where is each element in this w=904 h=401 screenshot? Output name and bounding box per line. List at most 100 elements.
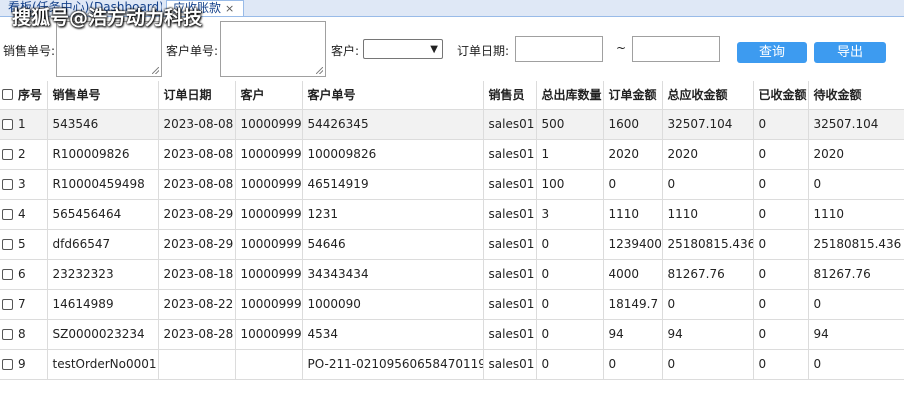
column-header: 待收金额: [808, 81, 904, 110]
table-cell: 0: [753, 199, 809, 230]
table-cell: sales01: [483, 349, 537, 380]
row-checkbox[interactable]: [2, 268, 13, 280]
table-cell: 10000999: [235, 199, 303, 230]
row-number: 7: [18, 297, 26, 312]
row-checkbox[interactable]: [2, 328, 13, 340]
tab-close-icon[interactable]: ×: [225, 2, 234, 15]
table-cell: 2023-08-29: [158, 229, 236, 260]
table-cell: 81267.76: [808, 259, 904, 290]
table-cell: 0: [753, 229, 809, 260]
table-cell: 100009826: [302, 139, 484, 170]
table-row[interactable]: 5 dfd66547 2023-08-29 10000999 54646 sales01 0…: [0, 229, 904, 260]
row-select-cell[interactable]: 7: [0, 289, 48, 320]
table-cell: 0: [662, 169, 754, 200]
customer-no-textarea[interactable]: [220, 21, 326, 77]
table-cell: 0: [603, 349, 663, 380]
table-cell: 0: [536, 289, 604, 320]
table-cell: 10000999: [235, 259, 303, 290]
row-checkbox[interactable]: [2, 358, 13, 370]
table-row[interactable]: 6 23232323 2023-08-18 10000999 34343434 sales…: [0, 259, 904, 290]
table-cell: 32507.104: [662, 109, 754, 140]
column-header: 总应收金额: [662, 81, 754, 110]
table-cell: sales01: [483, 229, 537, 260]
table-cell: 2020: [662, 139, 754, 170]
table-cell: 0: [753, 139, 809, 170]
table-cell: 81267.76: [662, 259, 754, 290]
table-cell: 1231: [302, 199, 484, 230]
row-number: 9: [18, 357, 26, 372]
row-select-cell[interactable]: 3: [0, 169, 48, 200]
table-cell: 2023-08-08: [158, 139, 236, 170]
table-cell: 0: [753, 319, 809, 350]
table-row[interactable]: 4 565456464 2023-08-29 10000999 1231 sales01 3…: [0, 199, 904, 230]
table-cell: 14614989: [47, 289, 159, 320]
table-cell: 500: [536, 109, 604, 140]
table-row[interactable]: 2 R100009826 2023-08-08 10000999 100009826 sa…: [0, 139, 904, 170]
date-to-input[interactable]: [632, 36, 720, 62]
table-cell: 54646: [302, 229, 484, 260]
customer-label: 客户:: [331, 44, 360, 58]
table-cell: 10000999: [235, 229, 303, 260]
row-select-cell[interactable]: 9: [0, 349, 48, 380]
table-cell: R100009826: [47, 139, 159, 170]
row-select-cell[interactable]: 1: [0, 109, 48, 140]
query-button[interactable]: 查询: [737, 42, 807, 63]
row-checkbox[interactable]: [2, 148, 13, 160]
table-cell: 0: [808, 289, 904, 320]
table-cell: 94: [603, 319, 663, 350]
row-checkbox[interactable]: [2, 238, 13, 250]
table-cell: 2020: [808, 139, 904, 170]
table-cell: sales01: [483, 109, 537, 140]
row-checkbox[interactable]: [2, 298, 13, 310]
table-cell: sales01: [483, 319, 537, 350]
row-checkbox[interactable]: [2, 178, 13, 190]
table-row[interactable]: 1 543546 2023-08-08 10000999 54426345 sales01…: [0, 109, 904, 140]
row-select-cell[interactable]: 5: [0, 229, 48, 260]
table-row[interactable]: 7 14614989 2023-08-22 10000999 1000090 sales0…: [0, 289, 904, 320]
row-checkbox[interactable]: [2, 118, 13, 130]
table-cell: 100: [536, 169, 604, 200]
table-cell: 0: [536, 259, 604, 290]
row-number: 1: [18, 117, 26, 132]
table-header-row: 序号 销售单号 订单日期 客户 客户单号 销售员 总出库数量 订单金额 总应收金额 已收金额 待收金…: [0, 81, 904, 110]
table-cell: 1110: [662, 199, 754, 230]
table-cell: 94: [662, 319, 754, 350]
table-cell: [158, 349, 236, 380]
table-cell: 2020: [603, 139, 663, 170]
table-cell: 0: [753, 289, 809, 320]
table-cell: 0: [753, 349, 809, 380]
table-row[interactable]: 3 R10000459498 2023-08-08 10000999 46514919 s…: [0, 169, 904, 200]
table-cell: 10000999: [235, 289, 303, 320]
table-row[interactable]: 9 testOrderNo0001 PO-211-02109560658470119…: [0, 349, 904, 380]
select-all-checkbox[interactable]: [2, 89, 13, 101]
row-number: 3: [18, 177, 26, 192]
date-from-input[interactable]: [515, 36, 603, 62]
table-cell: sales01: [483, 289, 537, 320]
customer-select[interactable]: ▼: [363, 39, 443, 59]
table-cell: 10000999: [235, 319, 303, 350]
table-cell: sales01: [483, 139, 537, 170]
table-cell: [235, 349, 303, 380]
row-checkbox[interactable]: [2, 208, 13, 220]
row-select-cell[interactable]: 2: [0, 139, 48, 170]
row-select-cell[interactable]: 4: [0, 199, 48, 230]
export-button[interactable]: 导出: [814, 42, 886, 63]
table-cell: 54426345: [302, 109, 484, 140]
row-select-cell[interactable]: 8: [0, 319, 48, 350]
table-row[interactable]: 8 SZ0000023234 2023-08-28 10000999 4534 sales…: [0, 319, 904, 350]
table-cell: 2023-08-08: [158, 109, 236, 140]
table-cell: 0: [603, 169, 663, 200]
table-cell: 32507.104: [808, 109, 904, 140]
column-header: 客户单号: [302, 81, 484, 110]
row-select-cell[interactable]: 6: [0, 259, 48, 290]
customer-no-label: 客户单号:: [166, 44, 219, 58]
table-cell: 1110: [603, 199, 663, 230]
table-cell: 0: [808, 169, 904, 200]
table-cell: 0: [753, 169, 809, 200]
table-cell: 1: [536, 139, 604, 170]
header-select-all[interactable]: 序号: [0, 81, 48, 110]
table-cell: dfd66547: [47, 229, 159, 260]
column-header: 已收金额: [753, 81, 809, 110]
table-cell: 4000: [603, 259, 663, 290]
column-header: 订单金额: [603, 81, 663, 110]
